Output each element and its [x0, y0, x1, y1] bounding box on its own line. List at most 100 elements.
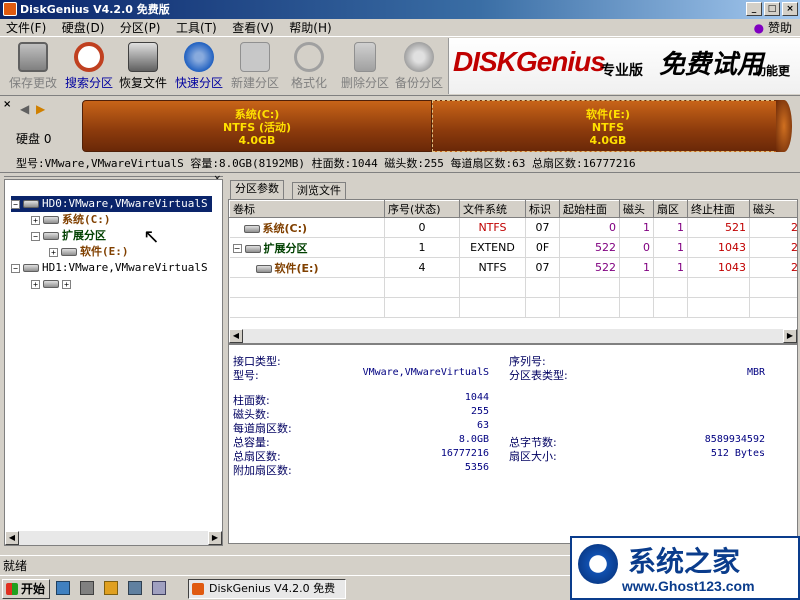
scroll-right-icon[interactable]: ▶	[208, 531, 222, 545]
partition-details-pane: 分区参数 浏览文件 卷标 序号(状态) 文件系统 标识 起始柱面 磁头 扇区 终…	[228, 179, 798, 546]
recover-files-button[interactable]: 恢复文件	[116, 39, 170, 93]
partition-table: 卷标 序号(状态) 文件系统 标识 起始柱面 磁头 扇区 终止柱面 磁头 系统(…	[229, 200, 797, 318]
donate-icon: ●	[753, 21, 765, 35]
partition-icon	[43, 280, 59, 288]
tab-browse-files[interactable]: 浏览文件	[292, 182, 346, 199]
disk-tree-pane: − HD0:VMware,VMwareVirtualS + 系统(C:) − 扩展分区…	[4, 179, 223, 546]
menu-tools[interactable]: 工具(T)	[170, 19, 223, 37]
menu-partition[interactable]: 分区(P)	[114, 19, 167, 37]
table-row[interactable]: 软件(E:) 4 NTFS 07 522 1 1 1043 254	[229, 257, 797, 278]
start-button[interactable]: 开始	[2, 579, 50, 599]
taskbar-app-button[interactable]: DiskGenius V4.2.0 免费版	[188, 579, 346, 599]
tab-partition-params[interactable]: 分区参数	[230, 180, 284, 199]
quicklaunch-tool-icon[interactable]	[152, 581, 166, 595]
table-row[interactable]: −扩展分区 1 EXTEND 0F 522 0 1 1043 254	[229, 237, 797, 258]
search-partition-button[interactable]: 搜索分区	[62, 39, 116, 93]
col-head[interactable]: 磁头	[619, 200, 654, 218]
delete-partition-icon	[354, 42, 376, 72]
quicklaunch-desktop-icon[interactable]	[56, 581, 70, 595]
tree-node-hd1[interactable]: − HD1:VMware,VMwareVirtualS	[11, 260, 208, 276]
window-title: DiskGenius V4.2.0 免费版	[20, 3, 170, 16]
backup-partition-button[interactable]: 备份分区	[392, 39, 446, 93]
quicklaunch-app-icon[interactable]	[128, 581, 142, 595]
table-row[interactable]: 系统(C:) 0 NTFS 07 0 1 1 521 254	[229, 217, 797, 238]
col-id[interactable]: 标识	[525, 200, 560, 218]
app-icon	[3, 2, 17, 16]
expand-toggle[interactable]: +	[31, 279, 40, 289]
donate-link[interactable]: ● 赞助	[754, 19, 792, 37]
tree-node-hd0[interactable]: − HD0:VMware,VMwareVirtualS	[11, 196, 212, 212]
site-logo-icon	[578, 544, 618, 584]
menu-view[interactable]: 查看(V)	[226, 19, 280, 37]
tree-node-hd1-child[interactable]: + +	[31, 276, 74, 292]
expand-toggle[interactable]: +	[62, 279, 71, 289]
expand-toggle[interactable]: −	[11, 263, 20, 273]
menu-file[interactable]: 文件(F)	[0, 19, 52, 37]
menu-bar: 文件(F) 硬盘(D) 分区(P) 工具(T) 查看(V) 帮助(H)	[0, 19, 800, 37]
tree-node-e[interactable]: + 软件(E:)	[49, 244, 129, 260]
disk-label: 硬盘 0	[16, 132, 52, 146]
partition-c-block[interactable]: 系统(C:) NTFS (活动) 4.0GB	[82, 100, 432, 152]
format-button[interactable]: 格式化	[282, 39, 336, 93]
col-end-head[interactable]: 磁头	[749, 200, 797, 218]
minimize-button[interactable]: _	[746, 2, 762, 16]
disk-info-line: 型号:VMware,VMwareVirtualS 容量:8.0GB(8192MB…	[0, 155, 800, 173]
quicklaunch-folder-icon[interactable]	[104, 581, 118, 595]
maximize-button[interactable]: □	[764, 2, 780, 16]
backup-partition-icon	[404, 42, 434, 72]
partition-icon	[43, 216, 59, 224]
quick-partition-button[interactable]: 快速分区	[172, 39, 226, 93]
new-partition-icon	[240, 42, 270, 72]
banner-logo: DISKGenius	[453, 46, 606, 77]
diskgenius-icon	[192, 583, 204, 595]
expand-toggle[interactable]: +	[49, 247, 58, 257]
col-start-cyl[interactable]: 起始柱面	[559, 200, 620, 218]
tree-hscrollbar[interactable]: ◀ ▶	[5, 531, 222, 545]
col-fs[interactable]: 文件系统	[459, 200, 526, 218]
table-header: 卷标 序号(状态) 文件系统 标识 起始柱面 磁头 扇区 终止柱面 磁头	[229, 200, 797, 218]
col-sector[interactable]: 扇区	[653, 200, 688, 218]
save-icon	[18, 42, 48, 72]
expand-toggle[interactable]: +	[31, 215, 40, 225]
toolbar: 保存更改 搜索分区 恢复文件 快速分区 新建分区 格式化 删除分区 备份分区	[0, 37, 448, 95]
close-diskmap-icon[interactable]: ×	[3, 99, 11, 110]
col-label[interactable]: 卷标	[229, 200, 385, 218]
title-bar: DiskGenius V4.2.0 免费版	[0, 0, 800, 19]
quicklaunch-computer-icon[interactable]	[80, 581, 94, 595]
disk-icon	[23, 264, 39, 272]
table-hscrollbar[interactable]: ◀ ▶	[229, 329, 797, 343]
close-button[interactable]: ×	[782, 2, 798, 16]
banner-edition: 专业版	[601, 63, 643, 79]
watermark-title: 系统之家	[628, 545, 741, 578]
scroll-left-icon[interactable]: ◀	[229, 329, 243, 343]
promo-banner[interactable]: DISKGenius 专业版 免费试用 功能更	[448, 38, 800, 94]
partition-icon	[43, 232, 59, 240]
banner-more: 功能更	[754, 64, 791, 78]
expand-toggle[interactable]: −	[11, 199, 20, 209]
recover-files-icon	[128, 42, 158, 72]
save-button[interactable]: 保存更改	[6, 39, 60, 93]
tree-node-c[interactable]: + 系统(C:)	[31, 212, 111, 228]
status-text: 就绪	[3, 559, 28, 573]
partition-e-block[interactable]: 软件(E:) NTFS 4.0GB	[432, 100, 784, 152]
table-row	[229, 277, 797, 298]
new-partition-button[interactable]: 新建分区	[228, 39, 282, 93]
search-partition-icon	[74, 42, 104, 72]
scroll-left-icon[interactable]: ◀	[5, 531, 19, 545]
menu-disk[interactable]: 硬盘(D)	[56, 19, 111, 37]
next-disk-icon[interactable]: ▶	[36, 102, 45, 116]
col-index[interactable]: 序号(状态)	[384, 200, 460, 218]
prev-disk-icon[interactable]: ◀	[20, 102, 29, 116]
expand-toggle[interactable]: −	[31, 231, 40, 241]
scroll-right-icon[interactable]: ▶	[783, 329, 797, 343]
tree-node-extended[interactable]: − 扩展分区	[31, 228, 106, 244]
menu-help[interactable]: 帮助(H)	[283, 19, 337, 37]
mouse-cursor-icon: ↖	[143, 224, 160, 248]
watermark-url: www.Ghost123.com	[622, 578, 755, 594]
partition-table-container: 卷标 序号(状态) 文件系统 标识 起始柱面 磁头 扇区 终止柱面 磁头 系统(…	[228, 199, 798, 344]
expand-toggle[interactable]: −	[232, 244, 242, 253]
col-end-cyl[interactable]: 终止柱面	[687, 200, 750, 218]
delete-partition-button[interactable]: 删除分区	[338, 39, 392, 93]
partition-icon	[61, 248, 77, 256]
disk-map-bar: × ◀ ▶ 硬盘 0 系统(C:) NTFS (活动) 4.0GB 软件(E:)…	[0, 95, 800, 155]
